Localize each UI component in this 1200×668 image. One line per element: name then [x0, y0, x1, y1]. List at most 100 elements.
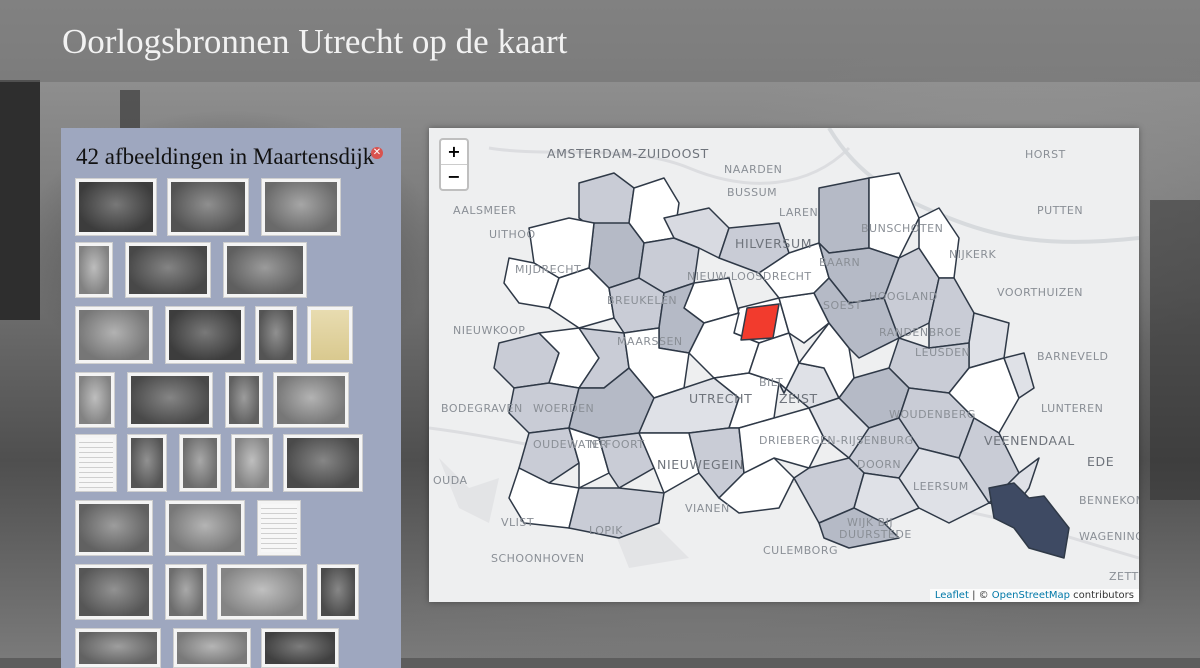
image-thumbnail[interactable]	[75, 306, 153, 364]
image-thumbnail[interactable]	[125, 242, 211, 298]
map-label: NIEUWKOOP	[453, 324, 525, 337]
image-thumbnail[interactable]	[255, 306, 297, 364]
image-thumbnail[interactable]	[165, 564, 207, 620]
map-attribution: Leaflet | © OpenStreetMap contributors	[929, 589, 1139, 602]
map-label: ZETT	[1109, 570, 1139, 583]
map-label: LUNTEREN	[1041, 402, 1103, 415]
map-label: VIANEN	[685, 502, 730, 515]
map-label: WOUDENBERG	[889, 408, 976, 421]
map-label: DUURSTEDE	[839, 528, 912, 541]
map-label: EDE	[1087, 454, 1114, 469]
map-label: HORST	[1025, 148, 1066, 161]
thumbnail-photo	[79, 438, 113, 488]
thumbnail-photo	[183, 438, 217, 488]
image-thumbnail[interactable]	[273, 372, 349, 428]
thumbnail-photo	[79, 568, 149, 616]
map-label: WOERDEN	[533, 402, 594, 415]
thumbnail-photo	[79, 182, 153, 232]
image-thumbnail[interactable]	[165, 306, 245, 364]
thumbnail-photo	[177, 632, 247, 664]
image-thumbnail[interactable]	[75, 434, 117, 492]
thumbnail-photo	[311, 310, 349, 360]
map-label: AALSMEER	[453, 204, 517, 217]
map-label: SCHOONHOVEN	[491, 552, 584, 565]
image-thumbnail[interactable]	[231, 434, 273, 492]
map-label: DRIEBERGEN-RIJSENBURG	[759, 434, 914, 447]
zoom-control: + −	[439, 138, 469, 191]
thumbnail-photo	[171, 182, 245, 232]
map-label: UTRECHT	[689, 391, 752, 406]
thumbnail-photo	[169, 504, 241, 552]
image-thumbnail[interactable]	[127, 434, 167, 492]
close-icon[interactable]: ✕	[371, 147, 383, 159]
image-thumbnail[interactable]	[223, 242, 307, 298]
thumbnail-photo	[129, 246, 207, 294]
thumbnail-photo	[169, 310, 241, 360]
image-thumbnail[interactable]	[127, 372, 213, 428]
image-thumbnail[interactable]	[165, 500, 245, 556]
background-beam	[1150, 200, 1200, 500]
selected-municipality[interactable]	[740, 303, 780, 341]
image-thumbnail[interactable]	[75, 372, 115, 428]
image-thumbnail[interactable]	[225, 372, 263, 428]
attribution-separator: | ©	[968, 590, 992, 601]
map-label: BUSSUM	[727, 186, 777, 199]
image-thumbnail[interactable]	[317, 564, 359, 620]
background-beam	[0, 80, 40, 320]
municipality[interactable]	[818, 177, 870, 254]
thumbnail-photo	[265, 632, 335, 664]
image-thumbnail[interactable]	[75, 628, 161, 668]
thumbnail-photo	[79, 376, 111, 424]
map-label: BAARN	[819, 256, 860, 269]
map-label: PUTTEN	[1037, 204, 1083, 217]
leaflet-link[interactable]: Leaflet	[935, 590, 969, 601]
image-thumbnail[interactable]	[179, 434, 221, 492]
map-label: ZEIST	[779, 391, 818, 406]
map-label: BILT	[759, 376, 783, 389]
image-thumbnail[interactable]	[217, 564, 307, 620]
thumbnail-photo	[79, 310, 149, 360]
map-label: DOORN	[857, 458, 901, 471]
map-view[interactable]: AMSTERDAM-ZUIDOOST NAARDEN BUSSUM LAREN …	[429, 128, 1139, 602]
image-thumbnail[interactable]	[257, 500, 301, 556]
municipality-highlight[interactable]	[988, 482, 1070, 559]
map-label: VLIST	[501, 516, 534, 529]
map-label: VOORTHUIZEN	[997, 286, 1083, 299]
image-thumbnail[interactable]	[283, 434, 363, 492]
image-thumbnail[interactable]	[75, 500, 153, 556]
map-label: BUNSCHOTEN	[861, 222, 943, 235]
osm-link[interactable]: OpenStreetMap	[992, 590, 1070, 601]
thumbnail-photo	[277, 376, 345, 424]
site-header: Oorlogsbronnen Utrecht op de kaart	[0, 0, 1200, 82]
map-label: AMSTERDAM-ZUIDOOST	[547, 146, 709, 161]
zoom-in-button[interactable]: +	[441, 140, 467, 164]
thumbnail-photo	[221, 568, 303, 616]
image-thumbnail[interactable]	[75, 564, 153, 620]
thumbnail-photo	[265, 182, 337, 232]
map-canvas[interactable]: AMSTERDAM-ZUIDOOST NAARDEN BUSSUM LAREN …	[429, 128, 1139, 602]
image-thumbnail[interactable]	[75, 178, 157, 236]
image-thumbnail[interactable]	[261, 628, 339, 668]
map-label: NIJKERK	[949, 248, 997, 261]
map-label: HOOGLAND	[869, 290, 938, 303]
thumbnail-photo	[79, 246, 109, 294]
map-label: SOEST	[823, 299, 862, 312]
image-thumbnail[interactable]	[173, 628, 251, 668]
water-area	[439, 458, 499, 523]
zoom-out-button[interactable]: −	[441, 164, 467, 189]
thumbnail-photo	[261, 504, 297, 552]
municipality[interactable]	[868, 172, 920, 259]
image-thumbnail[interactable]	[75, 242, 113, 298]
thumbnail-photo	[131, 438, 163, 488]
map-label: BREUKELEN	[607, 294, 677, 307]
image-thumbnail[interactable]	[307, 306, 353, 364]
map-label: HILVERSUM	[735, 236, 812, 251]
thumbnail-photo	[321, 568, 355, 616]
map-label: MIJDRECHT	[515, 263, 581, 276]
thumbnail-photo	[79, 504, 149, 552]
image-thumbnail[interactable]	[261, 178, 341, 236]
map-label: UITHOO	[489, 228, 536, 241]
image-thumbnail[interactable]	[167, 178, 249, 236]
panel-title: 42 afbeeldingen in Maartensdijk	[76, 144, 375, 169]
image-panel: 42 afbeeldingen in Maartensdijk ✕	[61, 128, 401, 668]
